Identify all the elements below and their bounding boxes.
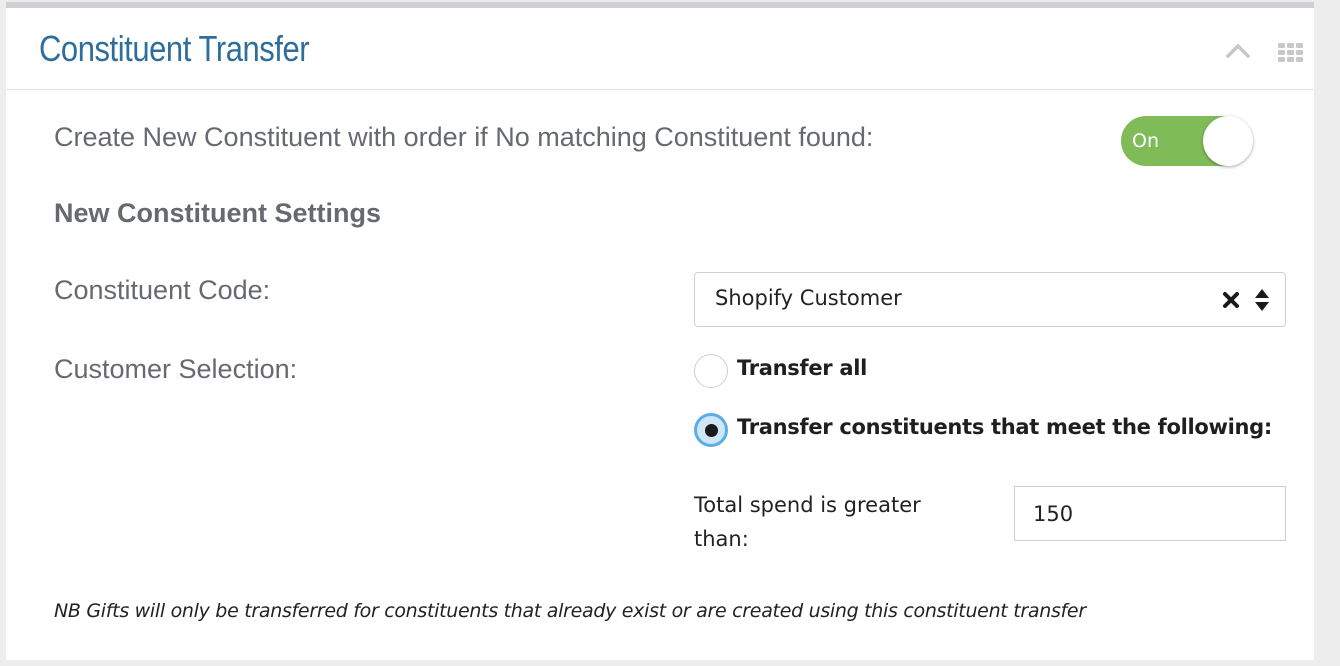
constituent-code-label: Constituent Code:: [54, 275, 271, 305]
radio-transfer-all-label: Transfer all: [737, 356, 868, 380]
grid-icon[interactable]: [1278, 43, 1304, 63]
panel-header: Constituent Transfer: [6, 8, 1314, 90]
sort-icon: [1255, 289, 1269, 311]
clear-icon[interactable]: [1222, 291, 1240, 309]
constituent-transfer-panel: Constituent Transfer Create New Constitu…: [6, 2, 1314, 660]
toggle-state-label: On: [1132, 130, 1159, 152]
radio-transfer-conditional-label: Transfer constituents that meet the foll…: [737, 415, 1272, 439]
create-new-constituent-toggle[interactable]: On: [1121, 116, 1253, 166]
panel-title: Constituent Transfer: [39, 28, 310, 69]
radio-button-checked[interactable]: [694, 413, 728, 447]
radio-button[interactable]: [694, 354, 728, 388]
constituent-code-value: Shopify Customer: [715, 286, 902, 310]
footnote: NB Gifts will only be transferred for co…: [54, 600, 1086, 622]
toggle-knob[interactable]: [1203, 116, 1253, 166]
total-spend-input[interactable]: [1014, 486, 1286, 541]
chevron-up-icon[interactable]: [1225, 42, 1251, 58]
constituent-code-select[interactable]: Shopify Customer: [694, 272, 1286, 327]
create-new-constituent-label: Create New Constituent with order if No …: [54, 122, 874, 152]
customer-selection-label: Customer Selection:: [54, 354, 298, 384]
total-spend-label: Total spend is greater than:: [694, 493, 921, 551]
new-constituent-settings-heading: New Constituent Settings: [54, 198, 382, 228]
